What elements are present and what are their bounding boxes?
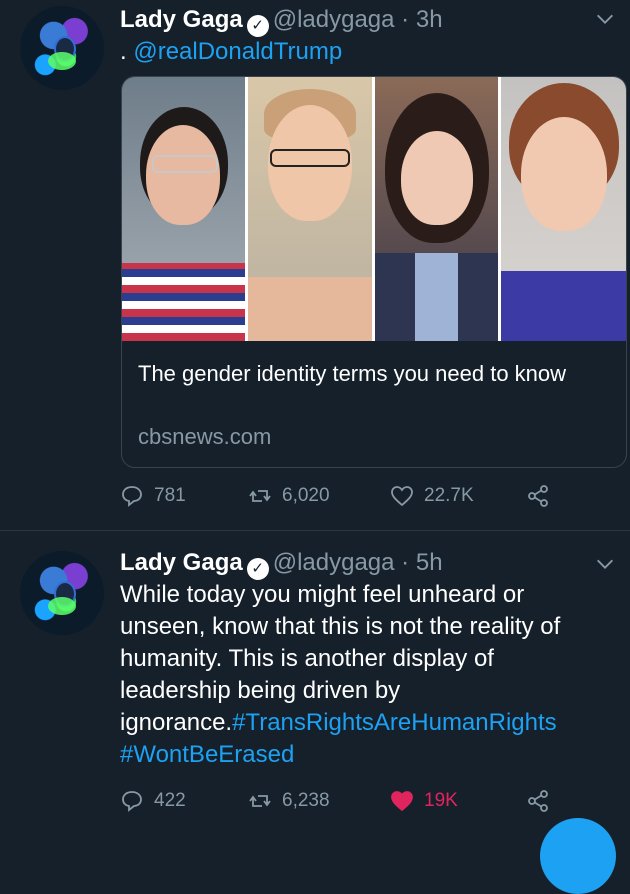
hashtag-link[interactable]: #WontBeErased [120, 741, 294, 768]
retweet-button[interactable]: 6,020 [248, 484, 330, 508]
tweet-actions: 422 6,238 19K [120, 789, 620, 819]
timestamp[interactable]: 5h [416, 549, 443, 576]
avatar[interactable] [20, 6, 104, 90]
avatar-glow [48, 597, 76, 615]
heart-icon [391, 486, 413, 507]
mention-link[interactable]: @realDonaldTrump [133, 38, 342, 65]
retweet-button[interactable]: 6,238 [248, 789, 330, 813]
author-name[interactable]: Lady Gaga [120, 549, 243, 576]
tweet-text: While today you might feel unheard or un… [120, 579, 600, 771]
author-handle[interactable]: @ladygaga [273, 549, 395, 576]
timestamp[interactable]: 3h [416, 6, 443, 33]
like-count: 22.7K [424, 485, 474, 506]
reply-button[interactable]: 781 [120, 484, 186, 508]
verified-icon: ✓ [246, 558, 269, 580]
share-button[interactable] [526, 789, 550, 813]
chevron-down-icon[interactable] [594, 8, 616, 30]
like-button[interactable]: 19K [390, 789, 458, 813]
reply-button[interactable]: 422 [120, 789, 186, 813]
hashtag-link[interactable]: #TransRightsAreHumanRights [232, 709, 557, 736]
chevron-down-icon[interactable] [594, 553, 616, 575]
card-domain: cbsnews.com [138, 424, 272, 449]
card-photo [497, 77, 626, 341]
heart-icon [391, 791, 413, 812]
compose-button[interactable] [540, 818, 616, 894]
tweet-header: Lady Gaga ✓ @ladygaga · 5h [120, 549, 443, 580]
retweet-count: 6,238 [282, 790, 330, 811]
verified-icon: ✓ [246, 15, 269, 37]
link-card[interactable]: The gender identity terms you need to kn… [121, 76, 627, 468]
reply-icon [122, 486, 142, 507]
author-name[interactable]: Lady Gaga [120, 6, 243, 33]
reply-prefix: . [120, 38, 127, 65]
share-icon [528, 790, 548, 812]
like-count: 19K [424, 790, 458, 811]
tweet-text: . @realDonaldTrump [120, 38, 342, 66]
separator: · [401, 6, 410, 33]
reply-count: 781 [154, 485, 186, 506]
reply-icon [122, 791, 142, 812]
tweet-actions: 781 6,020 22.7K [120, 484, 620, 514]
tweet-header: Lady Gaga ✓ @ladygaga · 3h [120, 6, 443, 37]
tweet[interactable]: Lady Gaga ✓ @ladygaga · 5h While today you… [0, 530, 630, 840]
card-title: The gender identity terms you need to kn… [138, 361, 567, 386]
avatar-glow [48, 52, 76, 70]
reply-count: 422 [154, 790, 186, 811]
retweet-icon [249, 490, 271, 502]
share-icon [528, 485, 548, 507]
avatar[interactable] [20, 551, 104, 635]
retweet-count: 6,020 [282, 485, 330, 506]
separator: · [401, 549, 410, 576]
share-button[interactable] [526, 484, 550, 508]
card-photo [371, 77, 498, 341]
like-button[interactable]: 22.7K [390, 484, 474, 508]
retweet-icon [249, 795, 271, 807]
tweet[interactable]: Lady Gaga ✓ @ladygaga · 3h . @realDonaldTr… [0, 0, 630, 530]
author-handle[interactable]: @ladygaga [273, 6, 395, 33]
card-image [122, 77, 626, 341]
card-photo [245, 77, 372, 341]
card-photo [122, 77, 246, 341]
